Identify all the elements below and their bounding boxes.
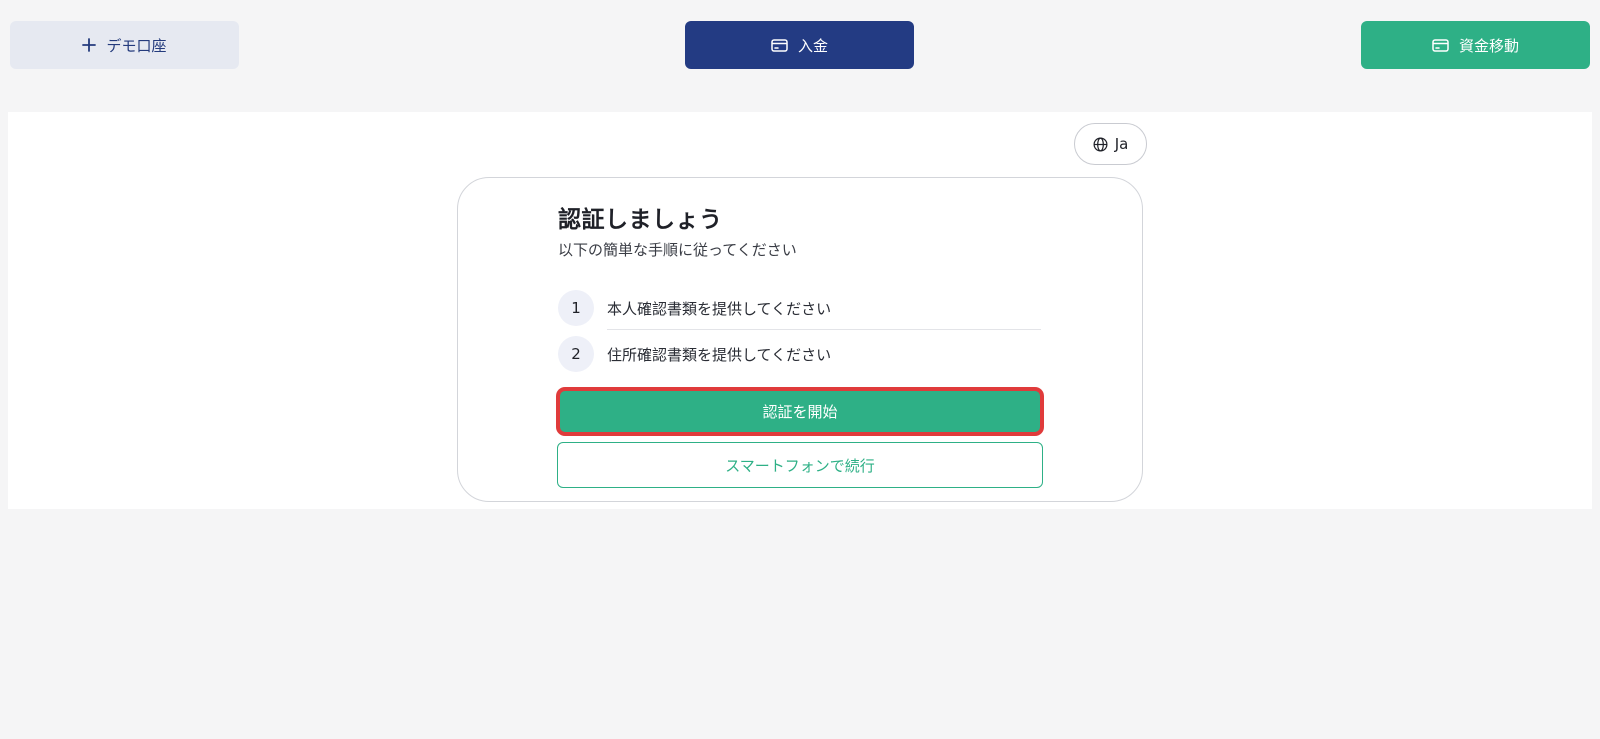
- language-label: Ja: [1114, 135, 1129, 153]
- card-icon: [771, 38, 788, 52]
- verification-card: 認証しましょう 以下の簡単な手順に従ってください 1 本人確認書類を提供してくだ…: [457, 177, 1143, 502]
- continue-on-smartphone-button[interactable]: スマートフォンで続行: [557, 442, 1043, 488]
- verification-panel: Ja 認証しましょう 以下の簡単な手順に従ってください 1 本人確認書類を提供し…: [8, 112, 1592, 509]
- transfer-funds-label: 資金移動: [1458, 37, 1519, 55]
- start-verification-button[interactable]: 認証を開始: [557, 388, 1043, 435]
- step-number: 1: [558, 290, 594, 326]
- step-item: 1 本人確認書類を提供してください: [558, 288, 1043, 328]
- divider: [607, 329, 1041, 330]
- language-selector[interactable]: Ja: [1074, 123, 1147, 165]
- step-item: 2 住所確認書類を提供してください: [558, 334, 1043, 374]
- demo-account-button[interactable]: デモ口座: [10, 21, 239, 69]
- plus-icon: [82, 38, 97, 52]
- step-label: 住所確認書類を提供してください: [607, 345, 832, 364]
- page-title: 認証しましょう: [558, 207, 723, 233]
- demo-account-label: デモ口座: [106, 37, 167, 55]
- step-number: 2: [558, 336, 594, 372]
- deposit-button[interactable]: 入金: [685, 21, 914, 69]
- page-subtitle: 以下の簡単な手順に従ってください: [558, 241, 797, 259]
- card-icon: [1432, 38, 1449, 52]
- deposit-label: 入金: [797, 37, 828, 55]
- transfer-funds-button[interactable]: 資金移動: [1361, 21, 1590, 69]
- top-toolbar: デモ口座 入金 資金移動: [0, 0, 1600, 90]
- globe-icon: [1093, 137, 1108, 152]
- step-label: 本人確認書類を提供してください: [607, 299, 832, 318]
